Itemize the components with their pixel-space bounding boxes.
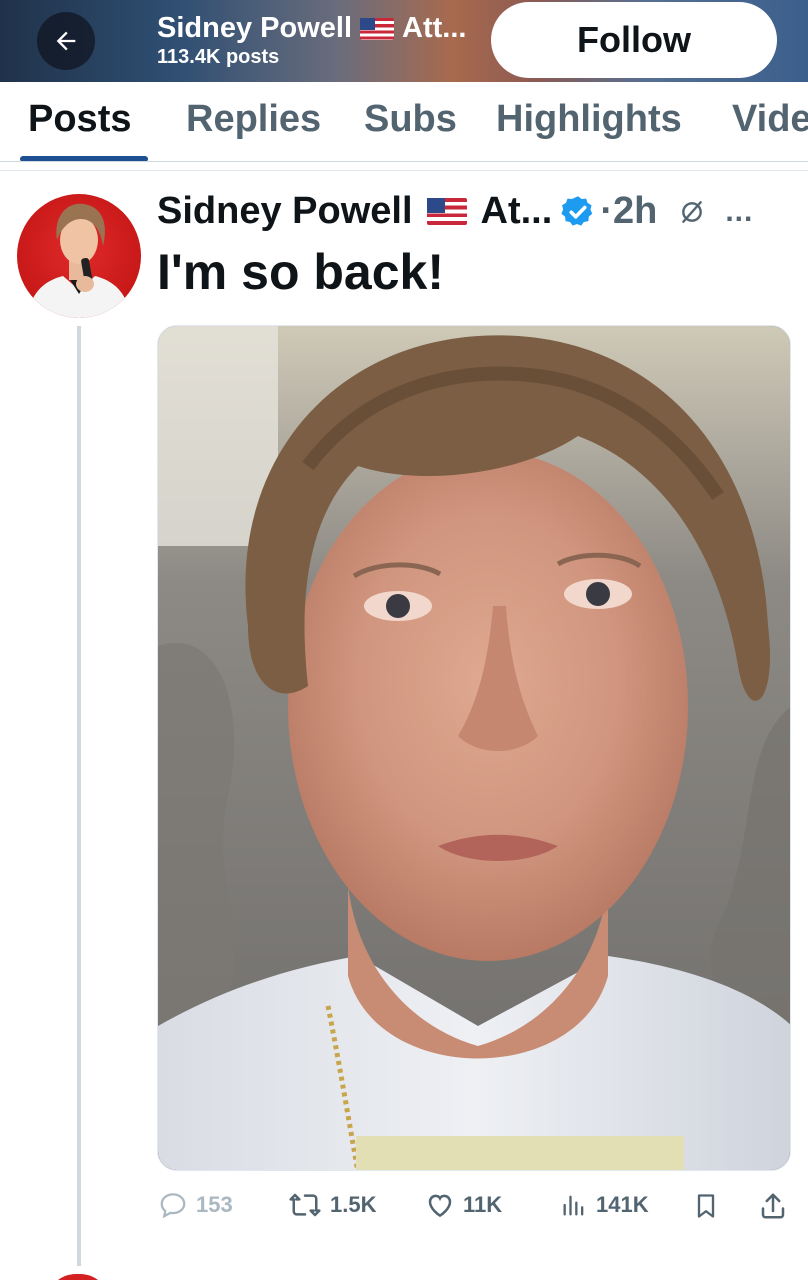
share-button[interactable]: [758, 1190, 788, 1222]
reply-icon: [160, 1193, 186, 1219]
header-name: Sidney Powell: [157, 12, 352, 44]
bookmark-button[interactable]: [692, 1190, 720, 1222]
grok-icon[interactable]: [679, 199, 705, 225]
reply-button[interactable]: 153: [158, 1190, 233, 1220]
post-actions: 153 1.5K 11K 141K: [0, 1190, 808, 1234]
post-text: I'm so back!: [157, 244, 444, 300]
like-icon: [428, 1194, 452, 1218]
post-author-name[interactable]: Sidney Powell: [157, 190, 413, 233]
repost-button[interactable]: 1.5K: [288, 1190, 376, 1220]
tab-posts[interactable]: Posts: [28, 98, 131, 141]
profile-header-bar: Sidney Powell Att... 113.4K posts Follow: [0, 0, 808, 82]
avatar[interactable]: [17, 194, 141, 318]
tab-videos[interactable]: Vide: [732, 98, 808, 141]
reply-count: 153: [196, 1192, 233, 1217]
follow-button[interactable]: Follow: [491, 2, 777, 78]
verified-badge-icon: [560, 194, 596, 230]
views-count: 141K: [596, 1192, 649, 1217]
post-author-affiliation: At...: [480, 190, 553, 232]
tab-subs[interactable]: Subs: [364, 98, 457, 141]
header-title: Sidney Powell Att...: [157, 12, 497, 45]
repost-icon: [289, 1193, 321, 1217]
back-button[interactable]: [37, 12, 95, 70]
back-arrow-icon: [56, 31, 76, 51]
more-icon[interactable]: ...: [725, 195, 753, 229]
tab-highlights[interactable]: Highlights: [496, 98, 682, 141]
flag-us-icon: [426, 198, 467, 225]
avatar-image: [27, 203, 131, 318]
repost-count: 1.5K: [330, 1192, 377, 1217]
divider: [0, 170, 808, 171]
thread-line: [77, 326, 81, 1266]
post-header: Sidney Powell At... ·2h ...: [157, 190, 797, 233]
header-affiliation: Att...: [402, 12, 467, 44]
like-count: 11K: [463, 1192, 503, 1217]
selfie-photo: [158, 326, 790, 1170]
header-post-count: 113.4K posts: [157, 46, 280, 68]
share-icon: [761, 1193, 785, 1219]
post-media-image[interactable]: [157, 325, 791, 1171]
profile-tabs: Posts Replies Subs Highlights Vide: [0, 82, 808, 162]
next-post-peek: [0, 1262, 808, 1280]
bookmark-icon: [697, 1194, 715, 1218]
views-icon: [563, 1195, 584, 1216]
next-post-avatar: [46, 1274, 110, 1280]
post-time[interactable]: ·2h: [600, 190, 657, 233]
tab-replies[interactable]: Replies: [186, 98, 321, 141]
active-tab-indicator: [20, 156, 148, 161]
like-button[interactable]: 11K: [425, 1190, 502, 1220]
views-button[interactable]: 141K: [560, 1190, 649, 1220]
flag-us-icon: [360, 17, 394, 40]
